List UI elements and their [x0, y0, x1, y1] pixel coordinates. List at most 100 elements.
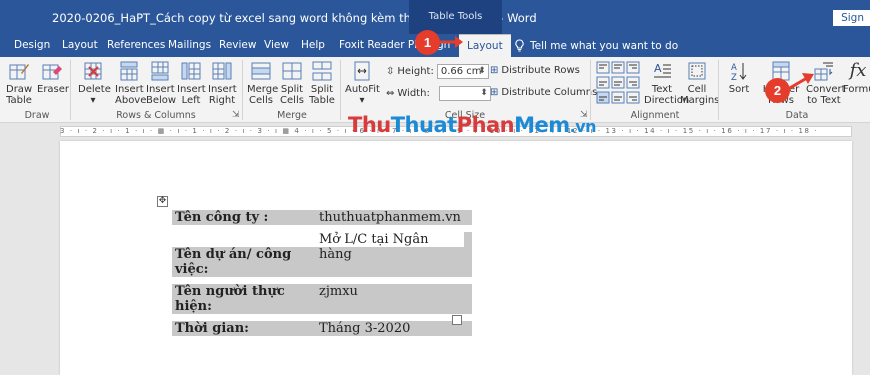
step-badge-1: 1	[415, 30, 440, 55]
group-separator	[590, 60, 591, 120]
cell-margins-icon	[688, 62, 706, 80]
group-label-data: Data	[785, 110, 809, 121]
merge-cells-button[interactable]: Merge Cells	[247, 57, 278, 107]
autofit-button[interactable]: AutoFit ▾	[345, 57, 380, 107]
row-height-icon: ⇳	[386, 66, 395, 77]
table-cell-value[interactable]: zjmxu	[316, 284, 464, 314]
chevron-down-icon: ▾	[359, 95, 365, 106]
table-end-cell	[463, 210, 472, 225]
tab-mailings[interactable]: Mailings	[168, 34, 211, 57]
insert-right-icon	[212, 62, 232, 80]
table-row: Tên người thực hiện: zjmxu	[172, 284, 472, 314]
insert-right-button[interactable]: Insert Right	[208, 57, 237, 107]
table-cell-label[interactable]: Tên công ty :	[172, 210, 316, 225]
split-cells-icon	[282, 62, 302, 80]
row-height-input[interactable]: 0.66 cm	[436, 64, 489, 79]
merge-cells-icon	[251, 62, 271, 80]
table-end-cell	[463, 232, 472, 247]
table-row: Tên công ty : thuthuatphanmem.vn	[172, 210, 472, 225]
distribute-columns-button[interactable]: ⊞ Distribute Columns	[490, 87, 597, 98]
delete-button[interactable]: Delete ▾	[78, 57, 111, 107]
insert-above-icon	[120, 61, 138, 81]
distribute-rows-icon: ⊞	[490, 65, 499, 76]
table-cell-label[interactable]: Tên dự án/ công việc:	[172, 247, 316, 277]
cell-alignment-grid	[596, 61, 642, 107]
cell-margins-button[interactable]: Cell Margins	[680, 57, 719, 107]
table-row-spacer	[172, 225, 472, 232]
tab-help[interactable]: Help	[301, 34, 325, 57]
insert-left-button[interactable]: Insert Left	[177, 57, 206, 107]
sign-in-button[interactable]: Sign	[833, 10, 870, 26]
table-cell-value[interactable]: hàng	[316, 247, 464, 277]
delete-table-icon	[84, 62, 102, 80]
column-width-input[interactable]	[438, 86, 491, 101]
convert-to-text-icon	[814, 62, 833, 81]
svg-text:Z: Z	[731, 73, 737, 82]
formula-fx-icon: fx	[849, 60, 867, 81]
column-width-control: ⇔ Width:	[386, 86, 491, 101]
step-1-arrow-icon	[440, 36, 463, 48]
group-separator	[242, 60, 243, 120]
group-separator	[70, 60, 71, 120]
insert-above-button[interactable]: Insert Above	[115, 57, 146, 107]
group-label-alignment: Alignment	[630, 110, 680, 121]
eraser-icon	[42, 64, 62, 80]
table-cell-label[interactable]: Tên người thực hiện:	[172, 284, 316, 314]
table-cell-value[interactable]: thuthuatphanmem.vn	[316, 210, 464, 225]
sort-az-icon: AZ	[731, 63, 747, 82]
tab-review[interactable]: Review	[219, 34, 256, 57]
split-table-button[interactable]: Split Table	[309, 57, 335, 107]
tab-table-layout[interactable]: Layout	[459, 34, 511, 57]
svg-text:A: A	[654, 62, 662, 75]
distribute-rows-button[interactable]: ⊞ Distribute Rows	[490, 65, 580, 76]
table-resize-handle[interactable]	[452, 315, 462, 325]
tab-references[interactable]: References	[107, 34, 165, 57]
group-separator	[718, 60, 719, 120]
svg-text:A: A	[731, 63, 737, 73]
split-cells-button[interactable]: Split Cells	[279, 57, 305, 107]
insert-below-button[interactable]: Insert Below	[146, 57, 176, 107]
sort-button[interactable]: AZ Sort	[724, 57, 754, 107]
distribute-columns-icon: ⊞	[490, 87, 499, 98]
table-end-cell	[463, 284, 472, 314]
column-width-icon: ⇔	[386, 88, 395, 99]
document-table[interactable]: Tên công ty : thuthuatphanmem.vn Mở L/C …	[172, 210, 472, 336]
split-table-icon	[312, 61, 332, 81]
text-direction-icon: A	[654, 62, 671, 78]
alignment-grid-icon[interactable]	[596, 61, 642, 107]
chevron-down-icon: ▾	[90, 95, 96, 106]
autofit-icon	[354, 61, 370, 81]
tab-design[interactable]: Design	[14, 34, 50, 57]
insert-left-icon	[181, 62, 201, 80]
table-row-spacer	[172, 277, 472, 284]
tab-layout-page[interactable]: Layout	[62, 34, 98, 57]
table-end-cell	[463, 247, 472, 277]
formula-button[interactable]: fx Formula	[843, 57, 870, 107]
title-bar: 2020-0206_HaPT_Cách copy từ excel sang w…	[0, 0, 870, 34]
site-watermark: ThuThuatPhanMem.vn	[348, 113, 597, 137]
group-label-merge: Merge	[277, 110, 307, 121]
draw-table-button[interactable]: Draw Table	[6, 57, 32, 107]
tab-view[interactable]: View	[264, 34, 289, 57]
table-cell-value[interactable]: Mở L/C tại Ngân	[316, 232, 464, 247]
table-cell-label[interactable]	[172, 232, 316, 247]
group-label-draw: Draw	[24, 110, 50, 121]
eraser-button[interactable]: Eraser	[37, 57, 69, 107]
table-row: Tên dự án/ công việc: hàng	[172, 247, 472, 277]
tell-me-search[interactable]: Tell me what you want to do	[514, 34, 678, 57]
insert-below-icon	[151, 61, 169, 81]
group-separator	[340, 60, 341, 120]
draw-table-icon	[9, 64, 29, 80]
dialog-launcher-icon[interactable]: ⇲	[232, 110, 240, 120]
table-row-spacer	[172, 314, 472, 321]
table-cell-value[interactable]: Tháng 3-2020	[316, 321, 464, 336]
step-2-arrow-icon	[787, 73, 814, 91]
row-height-control: ⇳ Height: 0.66 cm	[386, 64, 489, 79]
table-move-handle-icon[interactable]: ✥	[157, 196, 168, 207]
table-end-cell	[463, 321, 472, 336]
table-tools-context-label: Table Tools	[409, 0, 502, 34]
group-label-rows-columns: Rows & Columns	[116, 110, 196, 121]
table-cell-label[interactable]: Thời gian:	[172, 321, 316, 336]
text-direction-button[interactable]: A Text Direction	[644, 57, 689, 107]
tell-me-text: Tell me what you want to do	[530, 39, 679, 52]
